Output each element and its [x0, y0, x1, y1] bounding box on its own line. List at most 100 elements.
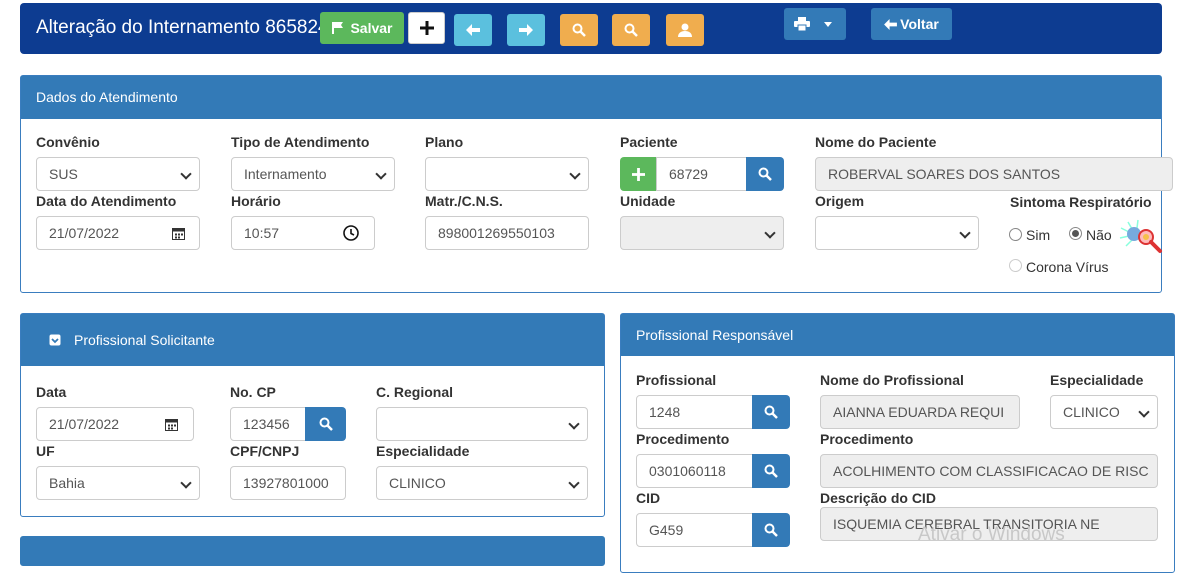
uf-select[interactable]: Bahia: [36, 466, 200, 500]
arrow-left-icon: [884, 18, 898, 30]
radio-sim-label: Sim: [1026, 227, 1051, 243]
back-button[interactable]: Voltar: [871, 8, 952, 40]
label-especialidade: Especialidade: [1050, 372, 1144, 388]
plus-icon: [419, 21, 434, 35]
search-button-2[interactable]: [612, 14, 650, 46]
no-cp-input[interactable]: 123456: [230, 407, 306, 441]
procedimento-input[interactable]: 0301060118: [636, 454, 753, 488]
collapse-icon[interactable]: [49, 334, 61, 346]
virus-magnifier-icon: [1119, 219, 1162, 253]
tipo-atendimento-select[interactable]: Internamento: [231, 157, 395, 191]
panel-header: Profissional Responsável: [621, 314, 1174, 356]
solicitante-data-value: 21/07/2022: [49, 416, 120, 432]
search-cp-button[interactable]: [305, 407, 346, 441]
procedimento-value: 0301060118: [649, 463, 726, 479]
panel-title: Profissional Solicitante: [74, 332, 215, 348]
label-nome-profissional: Nome do Profissional: [820, 372, 964, 388]
next-button[interactable]: [507, 14, 545, 46]
label-convenio: Convênio: [36, 134, 100, 150]
label-c-regional: C. Regional: [376, 384, 454, 400]
print-button[interactable]: [784, 8, 846, 40]
plus-icon: [632, 167, 645, 181]
search-icon: [319, 417, 333, 431]
origem-select[interactable]: [815, 216, 979, 250]
cpf-cnpj-value: 13927801000: [243, 475, 329, 491]
user-icon: [678, 23, 692, 37]
c-regional-select[interactable]: [376, 407, 588, 441]
radio-sim[interactable]: [1009, 228, 1022, 241]
panel-header: Profissional Solicitante: [21, 314, 604, 366]
nome-paciente-value: ROBERVAL SOARES DOS SANTOS: [828, 166, 1061, 182]
label-especialidade: Especialidade: [376, 443, 470, 459]
uf-value: Bahia: [49, 475, 85, 491]
label-descricao-cid: Descrição do CID: [820, 490, 936, 506]
procedimento-desc-value: ACOLHIMENTO COM CLASSIFICACAO DE RISC: [833, 463, 1149, 479]
tipo-atendimento-value: Internamento: [244, 166, 327, 182]
horario-input[interactable]: 10:57: [231, 216, 375, 250]
no-cp-value: 123456: [243, 416, 290, 432]
search-button-1[interactable]: [560, 14, 598, 46]
panel-title: Dados do Atendimento: [36, 89, 178, 105]
horario-value: 10:57: [244, 225, 280, 241]
paciente-input[interactable]: 68729: [656, 157, 747, 191]
radio-corona-label: Corona Vírus: [1026, 259, 1109, 275]
cid-input[interactable]: G459: [636, 513, 753, 547]
panel-next: [20, 536, 605, 566]
solicitante-data-input[interactable]: 21/07/2022: [36, 407, 194, 441]
search-icon: [764, 464, 778, 478]
plano-select[interactable]: [425, 157, 589, 191]
clock-icon[interactable]: [343, 225, 359, 241]
search-cid-button[interactable]: [752, 513, 790, 547]
matr-cns-input[interactable]: 898001269550103: [425, 216, 589, 250]
label-data: Data: [36, 384, 67, 400]
search-icon: [572, 23, 586, 37]
cid-value: G459: [649, 522, 684, 538]
previous-button[interactable]: [454, 14, 492, 46]
page-title: Alteração do Internamento 865824: [36, 17, 329, 38]
unidade-select[interactable]: [620, 216, 784, 250]
responsavel-especialidade-select[interactable]: CLINICO: [1050, 395, 1158, 429]
label-paciente: Paciente: [620, 134, 678, 150]
add-patient-button[interactable]: [620, 157, 657, 191]
solicitante-especialidade-value: CLINICO: [389, 475, 446, 491]
arrow-right-icon: [519, 24, 533, 36]
label-matr: Matr./C.N.S.: [425, 193, 503, 209]
label-plano: Plano: [425, 134, 464, 150]
radio-nao[interactable]: [1069, 227, 1082, 240]
paciente-value: 68729: [669, 166, 708, 182]
save-button[interactable]: Salvar: [320, 12, 404, 44]
cpf-cnpj-input[interactable]: 13927801000: [230, 466, 346, 500]
label-cpf-cnpj: CPF/CNPJ: [230, 443, 300, 459]
convenio-value: SUS: [49, 166, 78, 182]
label-data-atendimento: Data do Atendimento: [36, 193, 177, 209]
label-profissional: Profissional: [636, 372, 717, 388]
data-atendimento-input[interactable]: 21/07/2022: [36, 216, 200, 250]
convenio-select[interactable]: SUS: [36, 157, 200, 191]
nome-paciente-field: ROBERVAL SOARES DOS SANTOS: [815, 157, 1173, 191]
label-unidade: Unidade: [620, 193, 676, 209]
arrow-left-icon: [466, 24, 480, 36]
add-button[interactable]: [408, 12, 445, 44]
panel-header: Dados do Atendimento: [21, 76, 1161, 119]
search-patient-button[interactable]: [746, 157, 784, 191]
label-cid: CID: [636, 490, 661, 506]
nome-profissional-field: AIANNA EDUARDA REQUI: [820, 395, 1020, 429]
save-button-label: Salvar: [350, 20, 393, 36]
label-origem: Origem: [815, 193, 865, 209]
search-procedimento-button[interactable]: [752, 454, 790, 488]
caret-down-icon: [824, 21, 832, 27]
user-button[interactable]: [666, 14, 704, 46]
radio-corona[interactable]: [1009, 259, 1022, 272]
label-procedimento: Procedimento: [636, 431, 730, 447]
profissional-input[interactable]: 1248: [636, 395, 753, 429]
search-profissional-button[interactable]: [752, 395, 790, 429]
calendar-icon[interactable]: [165, 418, 178, 431]
label-tipo-atendimento: Tipo de Atendimento: [231, 134, 370, 150]
responsavel-especialidade-value: CLINICO: [1063, 404, 1120, 420]
solicitante-especialidade-select[interactable]: CLINICO: [376, 466, 588, 500]
matr-cns-value: 898001269550103: [438, 225, 555, 241]
search-icon: [764, 523, 778, 537]
calendar-icon[interactable]: [172, 227, 185, 240]
radio-nao-label: Não: [1086, 227, 1112, 243]
windows-activation-watermark: Ativar o Windows: [918, 524, 1065, 545]
